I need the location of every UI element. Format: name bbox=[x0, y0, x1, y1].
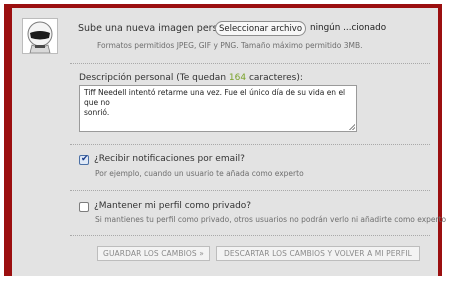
email-notifications-label[interactable]: ¿Recibir notificaciones por email? bbox=[94, 154, 245, 164]
stig-helmet-icon bbox=[23, 19, 57, 53]
file-status-text: ningún ...cionado bbox=[310, 23, 387, 33]
description-text-line: sonrió. bbox=[84, 108, 110, 117]
avatar bbox=[22, 18, 58, 54]
checkmark-icon: ✔ bbox=[81, 154, 89, 164]
upload-label: Sube una nueva imagen personal bbox=[78, 23, 238, 34]
save-changes-button[interactable]: GUARDAR LOS CAMBIOS » bbox=[97, 246, 210, 261]
private-profile-checkbox[interactable] bbox=[79, 202, 89, 212]
discard-changes-button[interactable]: DESCARTAR LOS CAMBIOS Y VOLVER A MI PERF… bbox=[216, 246, 420, 261]
email-notifications-hint: Por ejemplo, cuando un usuario te añada … bbox=[95, 169, 304, 178]
description-label-prefix: Descripción personal (Te quedan bbox=[79, 73, 229, 83]
email-notifications-checkbox[interactable]: ✔ bbox=[79, 154, 89, 165]
resize-handle-icon[interactable] bbox=[349, 124, 355, 130]
description-textarea[interactable]: Tiff Needell intentó retarme una vez. Fu… bbox=[79, 85, 357, 132]
description-label: Descripción personal (Te quedan 164 cara… bbox=[79, 73, 303, 83]
description-label-suffix: caracteres): bbox=[246, 73, 303, 83]
private-profile-label[interactable]: ¿Mantener mi perfil como privado? bbox=[94, 201, 251, 211]
upload-hint: Formatos permitidos JPEG, GIF y PNG. Tam… bbox=[97, 41, 363, 50]
description-text-line: Tiff Needell intentó retarme una vez. Fu… bbox=[84, 88, 346, 107]
divider bbox=[70, 235, 430, 236]
divider bbox=[70, 144, 430, 145]
divider bbox=[70, 63, 430, 64]
select-file-button[interactable]: Seleccionar archivo bbox=[215, 21, 306, 36]
remaining-characters-count: 164 bbox=[228, 73, 247, 83]
private-profile-hint: Si mantienes tu perfil como privado, otr… bbox=[95, 215, 447, 224]
divider bbox=[70, 190, 430, 191]
